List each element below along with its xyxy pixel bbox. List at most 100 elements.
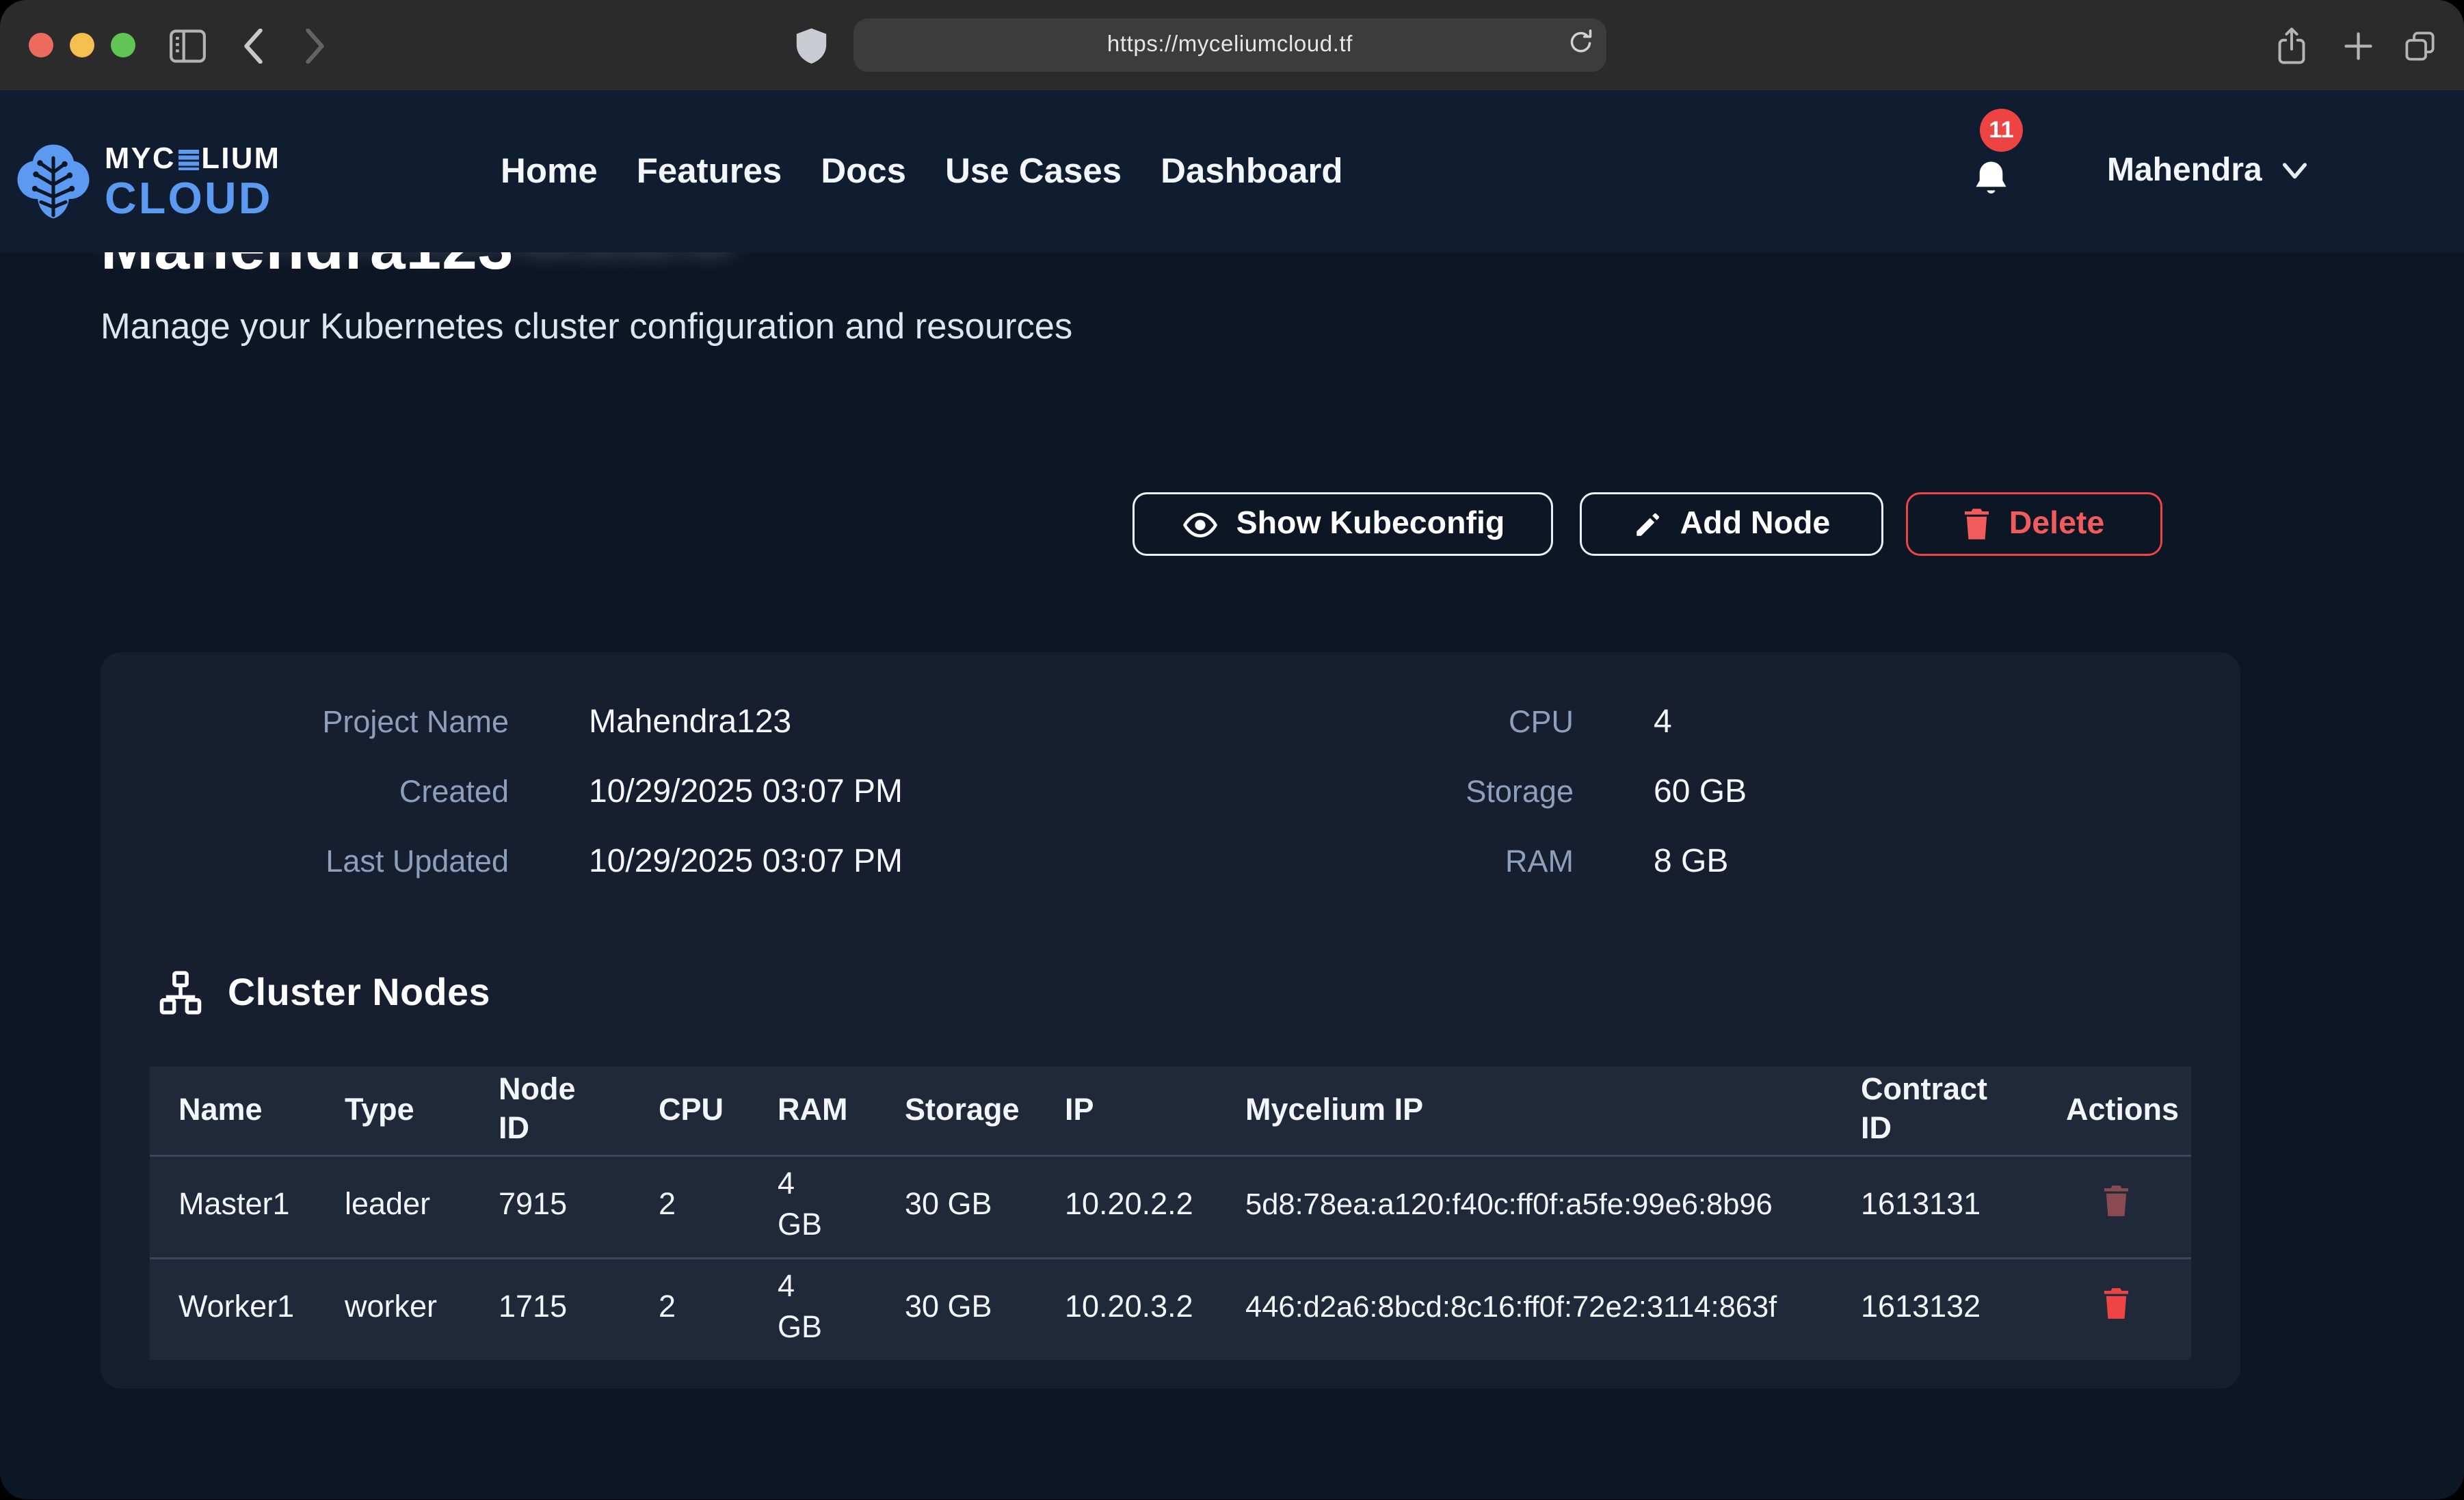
- shield-icon[interactable]: [794, 27, 829, 66]
- window-controls: [29, 33, 135, 57]
- cell-cpu: 2: [630, 1257, 749, 1360]
- tabs-icon: [2402, 28, 2437, 63]
- logo[interactable]: MYCLIUM CLOUD: [16, 139, 280, 226]
- chevron-down-icon: [2281, 162, 2307, 180]
- browser-toolbar: https://myceliumcloud.tf: [0, 0, 2464, 90]
- close-button[interactable]: [29, 33, 53, 57]
- col-cpu: CPU: [630, 1067, 749, 1155]
- table-header-row: Name Type Node ID CPU RAM Storage IP Myc…: [150, 1067, 2191, 1155]
- cell-ram: 4 GB: [749, 1257, 876, 1360]
- col-actions: Actions: [2037, 1067, 2191, 1155]
- cell-mycelium-ip: 5d8:78ea:a120:f40c:ff0f:a5fe:99e6:8b96: [1217, 1155, 1832, 1257]
- info-value-last-updated: 10/29/2025 03:07 PM: [589, 843, 903, 884]
- cell-cpu: 2: [630, 1155, 749, 1257]
- forward-button[interactable]: [291, 0, 336, 90]
- page-content: Mahendra123 Mahendra123 Manage your Kube…: [0, 252, 2464, 1500]
- add-node-label: Add Node: [1680, 506, 1831, 543]
- nav-menu: Home Features Docs Use Cases Dashboard: [501, 90, 1343, 252]
- cell-type: worker: [316, 1257, 470, 1360]
- nav-item-docs[interactable]: Docs: [821, 151, 906, 192]
- cell-ip: 10.20.3.2: [1036, 1257, 1217, 1360]
- info-value-ram: 8 GB: [1654, 843, 1728, 884]
- cell-mycelium-ip: 446:d2a6:8bcd:8c16:ff0f:72e2:3114:863f: [1217, 1257, 1832, 1360]
- site-navbar: MYCLIUM CLOUD Home Features Docs Use Cas…: [0, 90, 2464, 252]
- col-storage: Storage: [876, 1067, 1036, 1155]
- bell-icon: [1970, 158, 2013, 203]
- cell-actions: [2037, 1155, 2191, 1257]
- back-button[interactable]: [230, 0, 275, 90]
- reload-button[interactable]: [1567, 28, 1594, 63]
- nav-item-use-cases[interactable]: Use Cases: [945, 151, 1122, 192]
- col-ip: IP: [1036, 1067, 1217, 1155]
- cell-storage: 30 GB: [876, 1155, 1036, 1257]
- notification-badge: 11: [1980, 109, 2023, 152]
- show-kubeconfig-label: Show Kubeconfig: [1236, 506, 1505, 543]
- cluster-card: Project Name Mahendra123 Created 10/29/2…: [101, 652, 2240, 1389]
- tab-overview-button[interactable]: [2392, 0, 2446, 90]
- col-type: Type: [316, 1067, 470, 1155]
- info-label-cpu: CPU: [1163, 704, 1574, 745]
- new-tab-button[interactable]: [2331, 0, 2384, 90]
- plus-icon: [2342, 30, 2373, 61]
- zoom-button[interactable]: [111, 33, 135, 57]
- logo-cloud-icon: [16, 139, 90, 226]
- col-contract-id: Contract ID: [1832, 1067, 2037, 1155]
- cell-contract-id: 1613131: [1832, 1155, 2037, 1257]
- delete-node-button[interactable]: [2103, 1185, 2130, 1216]
- reload-icon: [1567, 28, 1594, 57]
- info-label-last-updated: Last Updated: [101, 843, 509, 884]
- show-kubeconfig-button[interactable]: Show Kubeconfig: [1132, 492, 1553, 556]
- col-ram: RAM: [749, 1067, 876, 1155]
- info-value-project-name: Mahendra123: [589, 704, 791, 745]
- info-label-ram: RAM: [1163, 843, 1574, 884]
- chevron-left-icon: [241, 28, 264, 63]
- cell-storage: 30 GB: [876, 1257, 1036, 1360]
- user-name: Mahendra: [2107, 153, 2262, 190]
- info-value-created: 10/29/2025 03:07 PM: [589, 773, 903, 814]
- cell-ip: 10.20.2.2: [1036, 1155, 1217, 1257]
- trash-icon: [1964, 509, 1991, 539]
- col-mycelium-ip: Mycelium IP: [1217, 1067, 1832, 1155]
- nav-item-features[interactable]: Features: [637, 151, 782, 192]
- nav-item-home[interactable]: Home: [501, 151, 598, 192]
- cell-type: leader: [316, 1155, 470, 1257]
- trash-icon: [2103, 1185, 2130, 1216]
- cell-name: Worker1: [150, 1257, 316, 1360]
- cell-actions: [2037, 1257, 2191, 1360]
- info-label-created: Created: [101, 773, 509, 814]
- info-value-storage: 60 GB: [1654, 773, 1747, 814]
- delete-label: Delete: [2009, 506, 2105, 543]
- cell-contract-id: 1613132: [1832, 1257, 2037, 1360]
- url-text: https://myceliumcloud.tf: [1107, 33, 1353, 57]
- cell-node-id: 7915: [470, 1155, 630, 1257]
- sidebar-toggle-button[interactable]: [160, 0, 213, 90]
- logo-word2: CLOUD: [105, 176, 280, 221]
- eye-icon: [1181, 510, 1218, 539]
- safari-window: https://myceliumcloud.tf: [0, 0, 2464, 1500]
- pencil-icon: [1633, 510, 1662, 539]
- delete-cluster-button[interactable]: Delete: [1906, 492, 2162, 556]
- cluster-nodes-heading: Cluster Nodes: [158, 970, 490, 1015]
- share-icon: [2275, 26, 2308, 65]
- cell-ram: 4 GB: [749, 1155, 876, 1257]
- notifications-button[interactable]: 11: [1970, 90, 2056, 252]
- info-label-project-name: Project Name: [101, 704, 509, 745]
- nav-item-dashboard[interactable]: Dashboard: [1161, 151, 1342, 192]
- table-row-worker1: Worker1 worker 1715 2 4 GB 30 GB 10.20.3…: [150, 1257, 2191, 1360]
- add-node-button[interactable]: Add Node: [1580, 492, 1883, 556]
- col-node-id: Node ID: [470, 1067, 630, 1155]
- sidebar-icon: [168, 28, 207, 63]
- logo-word1-pre: MYC: [105, 145, 176, 176]
- delete-node-button[interactable]: [2103, 1287, 2130, 1318]
- table-row-master1: Master1 leader 7915 2 4 GB 30 GB 10.20.2…: [150, 1155, 2191, 1257]
- sitemap-icon: [158, 970, 203, 1015]
- cell-node-id: 1715: [470, 1257, 630, 1360]
- share-button[interactable]: [2265, 0, 2318, 90]
- user-menu[interactable]: Mahendra: [2107, 90, 2307, 252]
- page-subtitle: Manage your Kubernetes cluster configura…: [101, 306, 1072, 349]
- minimize-button[interactable]: [70, 33, 94, 57]
- chevron-right-icon: [303, 28, 326, 63]
- address-bar[interactable]: https://myceliumcloud.tf: [853, 18, 1606, 72]
- logo-text: MYCLIUM CLOUD: [105, 145, 280, 221]
- trash-icon: [2103, 1287, 2130, 1318]
